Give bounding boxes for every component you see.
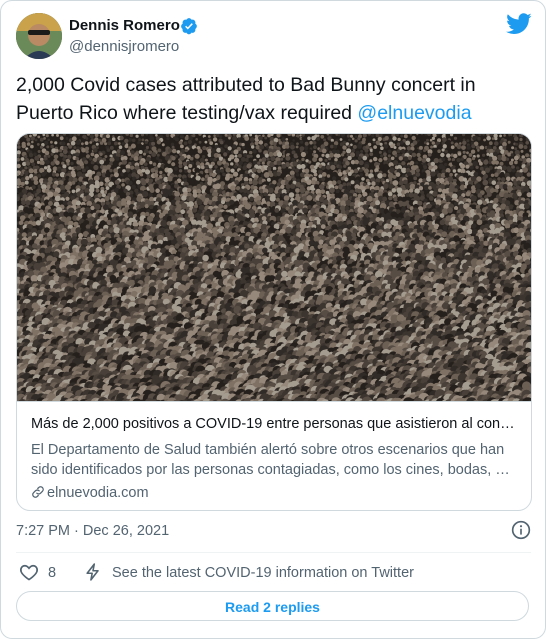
link-preview-card[interactable]: Más de 2,000 positivos a COVID-19 entre … (16, 133, 532, 511)
author-avatar[interactable] (16, 13, 62, 59)
verified-badge-icon (181, 18, 197, 35)
tweet-text: 2,000 Covid cases attributed to Bad Bunn… (16, 71, 531, 127)
author-handle[interactable]: @dennisjromero (69, 38, 179, 56)
tweet-card: Dennis Romero @dennisjromero 2,000 Covid… (0, 0, 546, 639)
twitter-bird-icon[interactable] (506, 13, 532, 35)
link-preview-image[interactable] (17, 134, 531, 401)
tweet-mention-link[interactable]: @elnuevodia (357, 102, 471, 124)
author-name[interactable]: Dennis Romero (69, 17, 180, 35)
